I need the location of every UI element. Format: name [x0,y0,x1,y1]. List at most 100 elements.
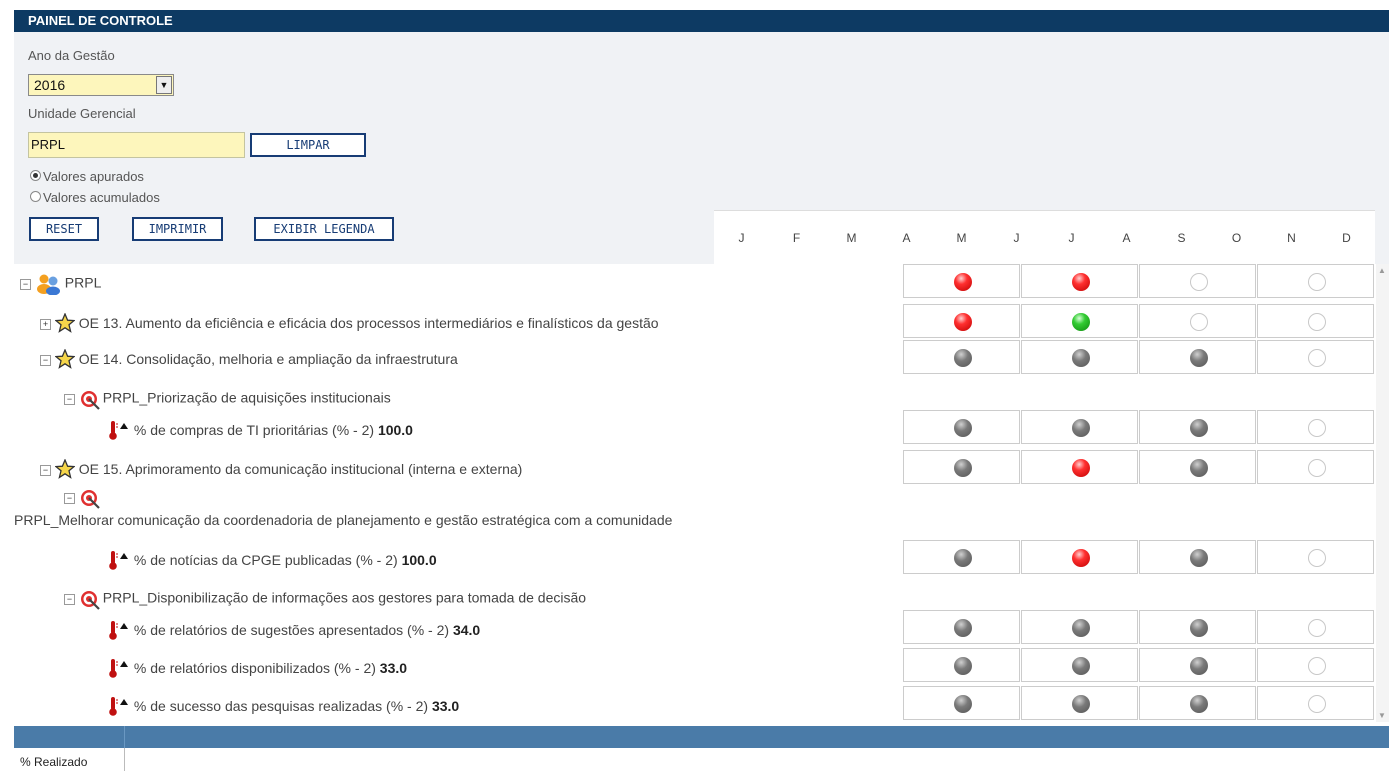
status-gray-icon[interactable] [1189,657,1208,675]
status-cell[interactable] [903,410,1020,444]
status-cell[interactable] [1139,648,1256,682]
status-cell[interactable] [1139,540,1256,574]
objective-row[interactable]: − OE 15. Aprimoramento da comunicação in… [14,450,1376,486]
status-cell[interactable] [1139,340,1256,374]
status-cell[interactable] [1021,340,1138,374]
status-empty-icon[interactable] [1307,619,1326,637]
radio-accumulated[interactable]: Valores acumulados [30,190,160,205]
status-cell[interactable] [903,686,1020,720]
status-gray-icon[interactable] [953,695,972,713]
collapse-icon[interactable]: − [40,465,51,476]
status-cell[interactable] [1257,264,1374,298]
status-empty-icon[interactable] [1307,419,1326,437]
target-row[interactable]: − PRPL_Priorização de aquisições institu… [14,380,1376,410]
target-row[interactable]: − PRPL_Melhorar comunicação da coordenad… [14,486,1376,536]
unit-input[interactable]: PRPL [28,132,245,158]
status-cell[interactable] [1257,304,1374,338]
status-cell[interactable] [1021,610,1138,644]
status-cell[interactable] [1139,450,1256,484]
indicator-row[interactable]: % de compras de TI prioritárias (% - 2) … [14,410,1376,446]
status-gray-icon[interactable] [1071,349,1090,367]
objective-row[interactable]: − OE 14. Consolidação, melhoria e amplia… [14,340,1376,376]
status-cell[interactable] [1021,304,1138,338]
row-label[interactable]: % de compras de TI prioritárias (% - 2) [134,422,374,438]
status-cell[interactable] [1021,648,1138,682]
status-empty-icon[interactable] [1307,273,1326,291]
status-gray-icon[interactable] [1071,419,1090,437]
status-green-icon[interactable] [1071,313,1090,331]
unit-row[interactable]: − PRPL [14,264,1376,300]
status-cell[interactable] [1257,686,1374,720]
status-cell[interactable] [1257,450,1374,484]
print-button[interactable]: IMPRIMIR [132,217,223,241]
status-cell[interactable] [903,540,1020,574]
status-gray-icon[interactable] [953,549,972,567]
chevron-down-icon[interactable]: ▼ [156,76,172,94]
collapse-icon[interactable]: − [64,492,75,504]
clear-button[interactable]: LIMPAR [250,133,366,157]
status-empty-icon[interactable] [1189,313,1208,331]
status-cell[interactable] [1257,540,1374,574]
status-gray-icon[interactable] [953,459,972,477]
status-gray-icon[interactable] [1189,619,1208,637]
status-cell[interactable] [1257,340,1374,374]
status-gray-icon[interactable] [953,619,972,637]
status-cell[interactable] [1139,304,1256,338]
indicator-row[interactable]: % de relatórios disponibilizados (% - 2)… [14,648,1376,684]
vertical-scrollbar[interactable]: ▲ ▼ [1376,264,1389,722]
status-gray-icon[interactable] [1189,695,1208,713]
status-cell[interactable] [1021,264,1138,298]
status-gray-icon[interactable] [1071,695,1090,713]
collapse-icon[interactable]: − [64,593,75,605]
status-gray-icon[interactable] [1189,549,1208,567]
status-empty-icon[interactable] [1307,459,1326,477]
indicator-row[interactable]: % de notícias da CPGE publicadas (% - 2)… [14,540,1376,576]
scroll-up-icon[interactable]: ▲ [1378,266,1386,275]
status-cell[interactable] [1139,264,1256,298]
row-label[interactable]: % de sucesso das pesquisas realizadas (%… [134,698,428,714]
status-cell[interactable] [903,340,1020,374]
status-gray-icon[interactable] [953,657,972,675]
status-empty-icon[interactable] [1189,273,1208,291]
row-label[interactable]: % de relatórios disponibilizados (% - 2) [134,660,376,676]
collapse-icon[interactable]: − [20,278,31,290]
status-cell[interactable] [1021,540,1138,574]
year-select[interactable]: 2016 ▼ [28,74,174,96]
row-label[interactable]: % de notícias da CPGE publicadas (% - 2) [134,552,398,568]
status-gray-icon[interactable] [1189,349,1208,367]
status-empty-icon[interactable] [1307,549,1326,567]
status-empty-icon[interactable] [1307,349,1326,367]
status-cell[interactable] [1139,686,1256,720]
status-gray-icon[interactable] [1189,459,1208,477]
status-gray-icon[interactable] [953,419,972,437]
status-gray-icon[interactable] [953,349,972,367]
status-cell[interactable] [1021,410,1138,444]
status-empty-icon[interactable] [1307,695,1326,713]
status-red-icon[interactable] [1071,273,1090,291]
status-cell[interactable] [1139,410,1256,444]
status-gray-icon[interactable] [1071,619,1090,637]
status-cell[interactable] [1021,450,1138,484]
radio-checked-icon[interactable] [30,170,41,182]
status-cell[interactable] [1139,610,1256,644]
radio-unchecked-icon[interactable] [30,191,41,203]
expand-icon[interactable]: + [40,319,51,330]
indicator-row[interactable]: % de sucesso das pesquisas realizadas (%… [14,686,1376,722]
status-cell[interactable] [1257,410,1374,444]
radio-measured[interactable]: Valores apurados [30,169,144,184]
status-red-icon[interactable] [953,273,972,291]
show-legend-button[interactable]: EXIBIR LEGENDA [254,217,394,241]
indicator-row[interactable]: % de relatórios de sugestões apresentado… [14,610,1376,646]
status-cell[interactable] [903,648,1020,682]
status-cell[interactable] [903,610,1020,644]
target-row[interactable]: − PRPL_Disponibilização de informações a… [14,580,1376,610]
status-cell[interactable] [1257,610,1374,644]
status-cell[interactable] [1257,648,1374,682]
status-empty-icon[interactable] [1307,313,1326,331]
status-cell[interactable] [903,450,1020,484]
row-label[interactable]: % de relatórios de sugestões apresentado… [134,622,449,638]
collapse-icon[interactable]: − [40,355,51,366]
collapse-icon[interactable]: − [64,393,75,405]
scroll-down-icon[interactable]: ▼ [1378,711,1386,720]
status-cell[interactable] [1021,686,1138,720]
